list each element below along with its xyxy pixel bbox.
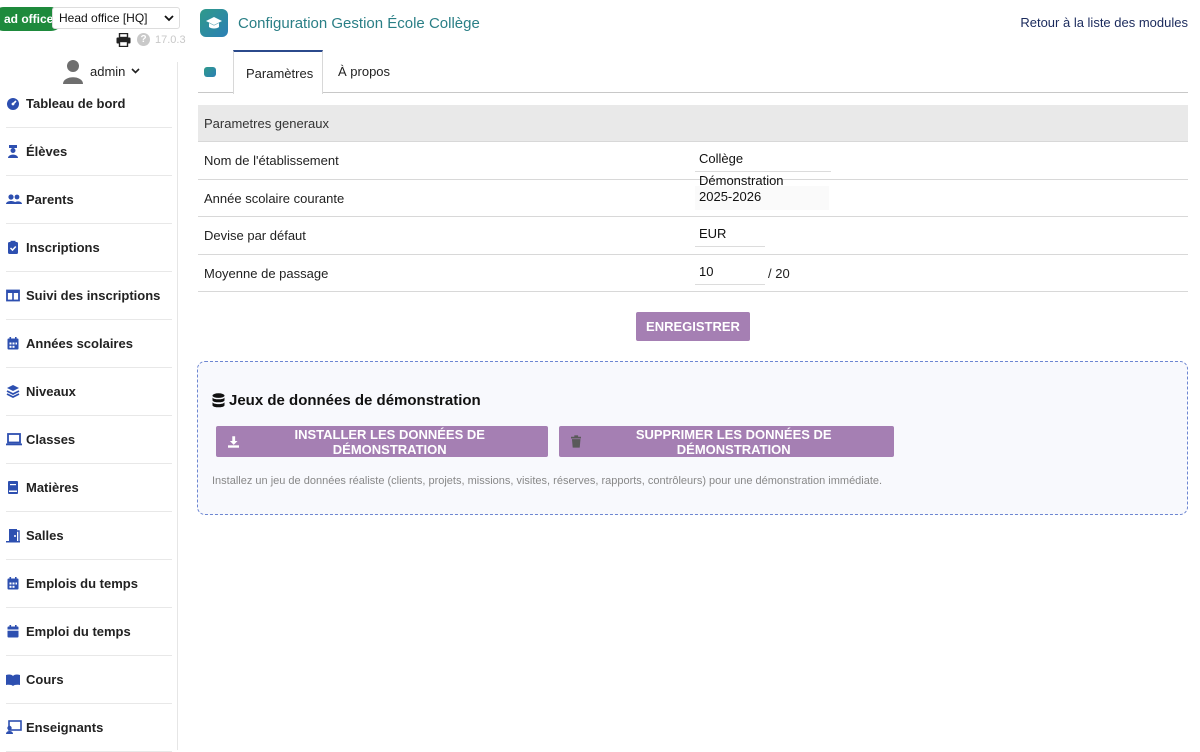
sidebar-item-label: Matières [26, 480, 79, 495]
setting-label: Devise par défaut [204, 228, 306, 243]
demo-data-title-text: Jeux de données de démonstration [229, 392, 481, 409]
sidebar-item-eleves[interactable]: Élèves [6, 128, 172, 176]
dashboard-icon [7, 98, 19, 110]
sidebar-item-label: Inscriptions [26, 240, 100, 255]
back-to-modules-link[interactable]: Retour à la liste des modules [1020, 15, 1188, 30]
sidebar-item-matieres[interactable]: Matières [6, 464, 172, 512]
sidebar-item-inscriptions[interactable]: Inscriptions [6, 224, 172, 272]
sidebar-item-salles[interactable]: Salles [6, 512, 172, 560]
school-year-input[interactable]: 2025-2026 [695, 185, 829, 210]
module-mini-icon [204, 67, 216, 77]
sidebar-item-label: Cours [26, 672, 64, 687]
setting-row: Moyenne de passage 10 / 20 [198, 255, 1188, 292]
remove-demo-data-label: SUPPRIMER LES DONNÉES DE DÉMONSTRATION [635, 426, 832, 457]
sidebar-item-label: Années scolaires [26, 336, 133, 351]
sidebar-item-label: Élèves [26, 144, 68, 159]
sidebar-item-classes[interactable]: Classes [6, 416, 172, 464]
laptop-icon [6, 433, 22, 446]
sidebar-item-label: Salles [26, 528, 64, 543]
open-book-icon [6, 674, 20, 686]
help-icon[interactable]: ? [137, 33, 150, 46]
setting-row: Nom de l'établissement Collège Démonstra… [198, 142, 1188, 188]
sidebar-item-suivi-des-inscriptions[interactable]: Suivi des inscriptions [6, 272, 172, 320]
sidebar-item-annees-scolaires[interactable]: Années scolaires [6, 320, 172, 368]
calendar-day-icon [7, 625, 19, 638]
demo-data-panel: Jeux de données de démonstration INSTALL… [197, 361, 1188, 515]
trash-icon [571, 435, 582, 448]
general-settings-table: Parametres generaux Nom de l'établisseme… [198, 105, 1188, 292]
school-name-input[interactable]: Collège Démonstration [695, 148, 831, 188]
version-label: 17.0.3 [155, 34, 186, 46]
sidebar-item-cours[interactable]: Cours [6, 656, 172, 704]
demo-data-title: Jeux de données de démonstration [212, 392, 481, 409]
sidebar-item-label: Niveaux [26, 384, 76, 399]
setting-row: Année scolaire courante 2025-2026 [198, 180, 1188, 217]
sidebar-item-enseignants[interactable]: Enseignants [6, 704, 172, 752]
sidebar-item-label: Parents [26, 192, 74, 207]
sidebar-item-niveaux[interactable]: Niveaux [6, 368, 172, 416]
setting-label: Année scolaire courante [204, 190, 345, 206]
sidebar-item-label: Enseignants [26, 720, 104, 735]
download-icon [228, 435, 240, 448]
book-icon [8, 481, 18, 494]
section-header: Parametres generaux [198, 105, 1188, 142]
user-menu[interactable]: admin [62, 58, 140, 84]
sidebar-item-tableau-de-bord[interactable]: Tableau de bord [6, 80, 172, 128]
door-icon [6, 529, 20, 543]
install-demo-data-button[interactable]: INSTALLER LES DONNÉES DE DÉMONSTRATION [216, 426, 548, 457]
chevron-down-icon [131, 68, 140, 74]
save-button[interactable]: ENREGISTRER [636, 312, 750, 341]
module-logo [200, 9, 228, 37]
layers-icon [6, 385, 20, 399]
main-menu: Tableau de bord Élèves Parents Inscriptions… [6, 80, 172, 752]
database-icon [212, 393, 225, 408]
sidebar-item-label: Tableau de bord [26, 96, 126, 111]
passing-grade-input[interactable]: 10 [695, 260, 765, 285]
entity-select-value: Head office [HQ] [59, 11, 148, 25]
sidebar-item-emplois-du-temps[interactable]: Emplois du temps [6, 560, 172, 608]
clipboard-check-icon [8, 240, 18, 254]
sidebar-item-parents[interactable]: Parents [6, 176, 172, 224]
tab-a-propos[interactable]: À propos [326, 50, 402, 93]
page-title: Configuration Gestion École Collège [238, 15, 480, 32]
sidebar-item-label: Emploi du temps [26, 624, 131, 639]
teacher-icon [6, 720, 22, 734]
top-bar: ad office Head office [HQ] ? 17.0.3 [0, 0, 200, 62]
chevron-down-icon [164, 15, 174, 22]
tab-parametres[interactable]: Paramètres [233, 50, 323, 94]
user-name: admin [90, 63, 126, 79]
calendar-icon [7, 577, 19, 590]
printer-icon[interactable] [116, 33, 131, 47]
currency-input[interactable]: EUR [695, 223, 765, 247]
install-demo-data-label: INSTALLER LES DONNÉES DE DÉMONSTRATION [294, 426, 485, 457]
setting-row: Devise par défaut EUR [198, 217, 1188, 255]
remove-demo-data-button[interactable]: SUPPRIMER LES DONNÉES DE DÉMONSTRATION [559, 426, 894, 457]
sidebar-item-label: Emplois du temps [26, 576, 138, 591]
left-sidebar: Tableau de bord Élèves Parents Inscriptions… [0, 0, 178, 752]
calendar-icon [7, 337, 19, 350]
grade-scale-label: / 20 [768, 265, 790, 281]
entity-select[interactable]: Head office [HQ] [52, 7, 180, 29]
avatar [63, 60, 83, 84]
tab-bar: Paramètres À propos [198, 50, 1188, 94]
graduation-cap-icon [206, 17, 222, 29]
sidebar-item-label: Classes [26, 432, 76, 447]
users-icon [6, 194, 22, 204]
setting-label: Nom de l'établissement [204, 153, 339, 168]
demo-data-note: Installez un jeu de données réaliste (cl… [212, 475, 883, 487]
sidebar-item-emploi-du-temps[interactable]: Emploi du temps [6, 608, 172, 656]
setting-label: Moyenne de passage [204, 265, 329, 281]
sidebar-item-label: Suivi des inscriptions [26, 288, 161, 303]
student-icon [8, 145, 18, 158]
columns-icon [6, 289, 20, 302]
